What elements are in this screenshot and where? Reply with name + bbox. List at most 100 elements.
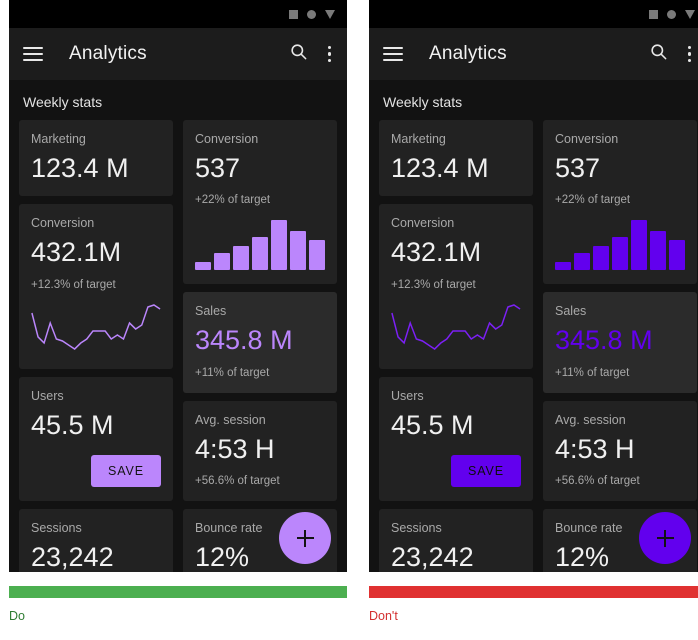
card-users[interactable]: Users 45.5 M SAVE xyxy=(379,376,533,502)
dont-caption-label: Don't xyxy=(369,609,398,623)
app-bar: Analytics xyxy=(369,28,698,80)
line-chart-conversion xyxy=(31,303,161,350)
add-fab-button[interactable] xyxy=(279,512,331,564)
card-value: 4:53 H xyxy=(195,433,275,464)
card-sales[interactable]: Sales 345.8 M +11% of target xyxy=(183,292,337,393)
triangle-icon xyxy=(685,9,695,19)
card-sessions[interactable]: Sessions 23,242 xyxy=(19,509,173,572)
card-conversion-bars[interactable]: Conversion 537 +22% of target xyxy=(543,120,697,285)
card-value: 345.8 M xyxy=(555,325,653,356)
card-conversion-trend[interactable]: Conversion 432.1M +12.3% of target xyxy=(19,204,173,369)
bar-6 xyxy=(650,230,666,271)
section-title: Weekly stats xyxy=(23,94,103,110)
card-value: 432.1M xyxy=(31,237,122,268)
card-label: Conversion xyxy=(391,216,455,231)
bar-3 xyxy=(233,245,249,271)
card-sessions[interactable]: Sessions 23,242 xyxy=(379,509,533,572)
overflow-menu-icon[interactable] xyxy=(326,44,334,65)
card-sales[interactable]: Sales 345.8 M +11% of target xyxy=(543,292,697,393)
card-label: Avg. session xyxy=(555,412,626,427)
card-label: Avg. session xyxy=(195,412,266,427)
search-icon[interactable] xyxy=(289,42,308,66)
card-conversion-bars[interactable]: Conversion 537 +22% of target xyxy=(183,120,337,285)
card-users[interactable]: Users 45.5 M SAVE xyxy=(19,376,173,502)
card-subtext: +11% of target xyxy=(195,366,270,379)
comparison-figure: Analytics Weekly stats Marketing 123.4 M… xyxy=(0,0,698,640)
app-bar: Analytics xyxy=(9,28,347,80)
card-subtext: +56.6% of target xyxy=(555,475,640,488)
section-title: Weekly stats xyxy=(383,94,463,110)
card-value: 45.5 M xyxy=(391,409,474,440)
card-value: 123.4 M xyxy=(31,153,129,183)
card-subtext: +12.3% of target xyxy=(391,278,476,291)
card-marketing[interactable]: Marketing 123.4 M xyxy=(19,120,173,197)
page-title: Analytics xyxy=(69,43,147,64)
card-subtext: +12.3% of target xyxy=(31,278,116,291)
card-avg-session[interactable]: Avg. session 4:53 H +56.6% of target xyxy=(543,400,697,502)
card-value: 45.5 M xyxy=(31,409,114,440)
bar-chart-conversion xyxy=(195,220,325,271)
card-subtext: +11% of target xyxy=(555,366,630,379)
card-subtext: +22% of target xyxy=(195,194,271,207)
phone-screen-do: Analytics Weekly stats Marketing 123.4 M… xyxy=(9,0,347,572)
circle-icon xyxy=(667,9,676,19)
card-value: 432.1M xyxy=(391,237,482,268)
circle-icon xyxy=(307,9,316,19)
search-icon[interactable] xyxy=(649,42,668,66)
stats-grid: Marketing 123.4 M Conversion 432.1M +12.… xyxy=(9,120,347,572)
card-label: Conversion xyxy=(195,132,259,146)
square-icon xyxy=(289,9,298,19)
bar-4 xyxy=(252,237,268,271)
card-label: Marketing xyxy=(391,132,446,146)
bar-4 xyxy=(612,237,628,271)
app-bar-actions xyxy=(649,42,694,66)
content-area-do: Weekly stats Marketing 123.4 M Conversio… xyxy=(9,80,347,572)
card-subtext: +22% of target xyxy=(555,194,631,207)
save-button[interactable]: SAVE xyxy=(90,455,161,488)
card-value: 537 xyxy=(195,153,241,183)
status-bar xyxy=(369,0,698,28)
card-label: Users xyxy=(391,388,424,403)
bar-6 xyxy=(290,230,306,271)
card-label: Sessions xyxy=(391,521,442,536)
bar-5 xyxy=(271,220,287,271)
content-area-dont: Weekly stats Marketing 123.4 M Conversio… xyxy=(369,80,698,572)
phone-screen-dont: Analytics Weekly stats Marketing 123.4 M… xyxy=(369,0,698,572)
stats-column-right: Conversion 537 +22% of target Sales 345.… xyxy=(183,120,337,572)
bar-1 xyxy=(555,261,571,271)
card-label: Conversion xyxy=(31,216,95,231)
status-bar xyxy=(9,0,347,28)
do-caption-bar xyxy=(9,586,347,598)
bar-2 xyxy=(214,253,230,271)
card-label: Sessions xyxy=(31,521,82,536)
stats-column-left: Marketing 123.4 M Conversion 432.1M +12.… xyxy=(379,120,533,572)
add-fab-button[interactable] xyxy=(639,512,691,564)
save-button[interactable]: SAVE xyxy=(450,455,521,488)
card-label: Sales xyxy=(195,304,227,319)
card-subtext: +56.6% of target xyxy=(195,475,280,488)
stats-column-right: Conversion 537 +22% of target Sales 345.… xyxy=(543,120,697,572)
app-bar-actions xyxy=(289,42,334,66)
card-conversion-trend[interactable]: Conversion 432.1M +12.3% of target xyxy=(379,204,533,369)
do-caption-label: Do xyxy=(9,609,25,623)
bar-chart-conversion xyxy=(555,220,685,271)
save-row: SAVE xyxy=(31,455,161,488)
bar-3 xyxy=(593,245,609,271)
overflow-menu-icon[interactable] xyxy=(686,44,694,65)
triangle-icon xyxy=(325,9,335,19)
bar-1 xyxy=(195,261,211,271)
card-value: 23,242 xyxy=(391,542,474,572)
page-title: Analytics xyxy=(429,43,507,64)
save-row: SAVE xyxy=(391,455,521,488)
status-icons xyxy=(289,9,335,19)
card-label: Users xyxy=(31,388,64,403)
card-avg-session[interactable]: Avg. session 4:53 H +56.6% of target xyxy=(183,400,337,502)
dont-panel: Analytics Weekly stats Marketing 123.4 M… xyxy=(369,0,698,640)
card-marketing[interactable]: Marketing 123.4 M xyxy=(379,120,533,197)
hamburger-menu-icon[interactable] xyxy=(23,47,43,61)
hamburger-menu-icon[interactable] xyxy=(383,47,403,61)
bar-2 xyxy=(574,253,590,271)
bar-7 xyxy=(669,240,685,271)
status-icons xyxy=(649,9,695,19)
card-value: 537 xyxy=(555,153,601,183)
